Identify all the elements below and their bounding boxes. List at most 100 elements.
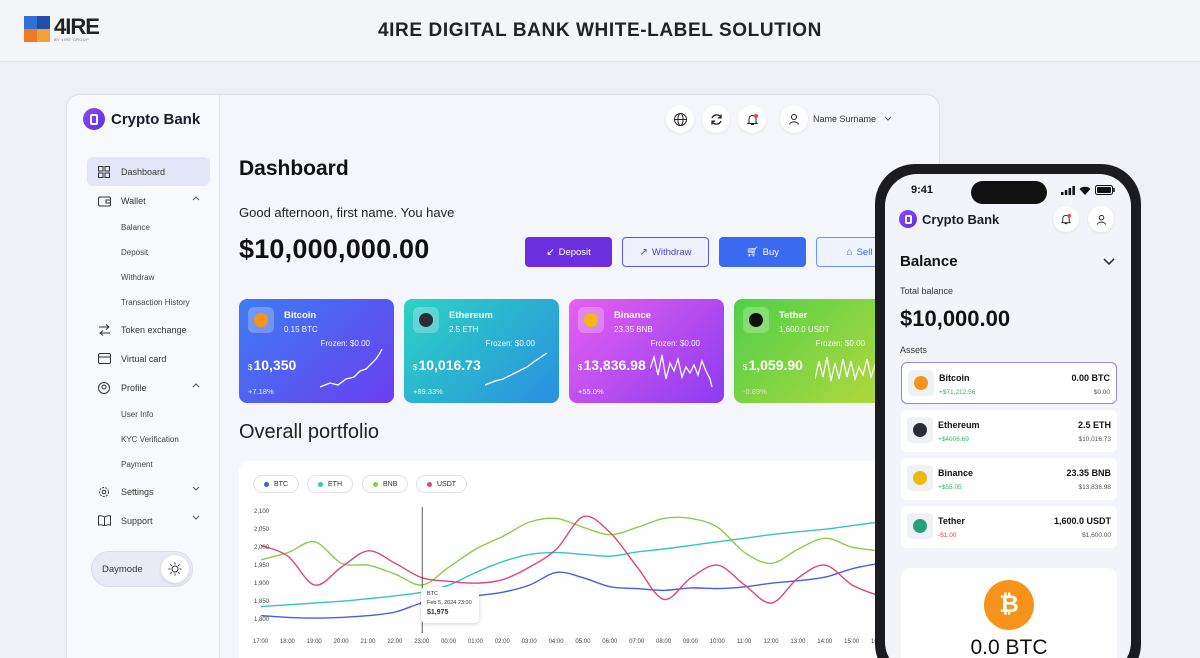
y-tick-label: 1,850 xyxy=(254,599,270,605)
app-logo-text: Crypto Bank xyxy=(111,110,201,128)
card-frozen: Frozen: $0.00 xyxy=(815,339,865,348)
asset-card-ethereum[interactable]: Ethereum 2.5 ETH Frozen: $0.00 $10,016.73 +8… xyxy=(404,299,559,403)
sidebar-item-wallet[interactable]: Wallet xyxy=(87,186,210,215)
card-frozen: Frozen: $0.00 xyxy=(485,339,535,348)
sidebar-item-label: Virtual card xyxy=(121,353,167,364)
ethereum-icon xyxy=(907,417,933,443)
sidebar-item-token-exchange[interactable]: Token exchange xyxy=(87,315,210,344)
tether-icon xyxy=(907,513,933,539)
x-tick-label: 01:00 xyxy=(467,639,483,645)
bell-icon xyxy=(1060,213,1072,225)
crypto-bank-logo-icon xyxy=(899,210,917,228)
crypto-bank-logo-icon xyxy=(83,108,105,130)
x-tick-label: 14:00 xyxy=(817,639,833,645)
asset-card-bitcoin[interactable]: Bitcoin 0.15 BTC Frozen: $0.00 $10,350 +7.18… xyxy=(239,299,394,403)
chevron-up-icon[interactable] xyxy=(192,195,200,201)
card-value: 1,059.90 xyxy=(748,357,803,373)
chevron-down-icon[interactable] xyxy=(1103,258,1115,266)
deposit-button[interactable]: ↙ Deposit xyxy=(525,237,612,267)
avatar-icon xyxy=(780,105,808,133)
phone-section-title: Balance xyxy=(900,253,958,270)
phone-app-logo[interactable]: Crypto Bank xyxy=(899,210,999,228)
card-change: -0.89% xyxy=(743,387,767,396)
sidebar-subitem-kyc-verification[interactable]: KYC Verification xyxy=(87,427,210,452)
chevron-down-icon[interactable] xyxy=(192,486,200,492)
asset-row-ethereum[interactable]: Ethereum +$4006.69 2.5 ETH $10,016.73 xyxy=(901,410,1117,452)
assets-label: Assets xyxy=(900,345,928,355)
sidebar-subitem-transaction-history[interactable]: Transaction History xyxy=(87,290,210,315)
chevron-down-icon[interactable] xyxy=(192,515,200,521)
notifications-button[interactable] xyxy=(738,105,766,133)
user-menu[interactable]: Name Surname xyxy=(780,105,892,133)
avatar-icon xyxy=(1096,214,1106,225)
sparkline xyxy=(815,356,878,382)
sidebar-nav: Dashboard Wallet Balance Deposit Withdra… xyxy=(87,157,210,535)
asset-card-tether[interactable]: Tether 1,600.0 USDT Frozen: $0.00 $1,059.90… xyxy=(734,299,889,403)
asset-row-bitcoin[interactable]: Bitcoin +$71,212.56 0.00 BTC $0.00 xyxy=(901,362,1117,404)
sidebar-item-settings[interactable]: Settings xyxy=(87,477,210,506)
buy-button[interactable]: 🛒︎ Buy xyxy=(719,237,806,267)
chart-lines xyxy=(260,507,880,633)
card-change: +89.33% xyxy=(413,387,443,396)
x-tick-label: 11:00 xyxy=(736,639,752,645)
asset-row-tether[interactable]: Tether -$1.00 1,600.0 USDT $1,600.00 xyxy=(901,506,1117,548)
asset-name: Tether xyxy=(938,516,965,526)
card-amount: 23.35 BNB xyxy=(614,325,653,334)
book-icon xyxy=(97,514,111,528)
sidebar-subitem-balance[interactable]: Balance xyxy=(87,215,210,240)
series-line-bnb[interactable] xyxy=(260,516,880,586)
x-tick-label: 03:00 xyxy=(521,639,537,645)
sidebar-item-label: Token exchange xyxy=(121,324,187,335)
card-name: Tether xyxy=(779,310,808,321)
card-frozen: Frozen: $0.00 xyxy=(320,339,370,348)
card-value: 10,016.73 xyxy=(418,357,481,373)
status-icons xyxy=(1061,185,1115,195)
y-tick-label: 1,900 xyxy=(254,581,270,587)
chevron-up-icon[interactable] xyxy=(192,382,200,388)
x-tick-label: 09:00 xyxy=(682,639,698,645)
withdraw-button[interactable]: ↗ Withdraw xyxy=(622,237,709,267)
sidebar-item-dashboard[interactable]: Dashboard xyxy=(87,157,210,186)
tooltip-date: Feb 5, 2024 23:00 xyxy=(427,600,472,606)
phone-notifications-button[interactable] xyxy=(1053,206,1079,232)
daymode-toggle[interactable]: Daymode xyxy=(91,551,193,587)
sidebar-item-profile[interactable]: Profile xyxy=(87,373,210,402)
sidebar-subitem-withdraw[interactable]: Withdraw xyxy=(87,265,210,290)
total-balance-label: Total balance xyxy=(900,286,954,296)
x-tick-label: 13:00 xyxy=(790,639,806,645)
card-change: +7.18% xyxy=(248,387,274,396)
series-line-usdt[interactable] xyxy=(260,515,880,604)
sidebar-item-label: Profile xyxy=(121,382,147,393)
tooltip-value: $1,975 xyxy=(427,609,449,616)
status-time: 9:41 xyxy=(911,184,934,196)
sidebar-item-support[interactable]: Support xyxy=(87,506,210,535)
asset-row-binance[interactable]: Binance +$55.05 23.35 BNB $13,836.98 xyxy=(901,458,1117,500)
binance-icon xyxy=(907,465,933,491)
x-tick-label: 12:00 xyxy=(763,639,779,645)
sidebar-subitem-payment[interactable]: Payment xyxy=(87,452,210,477)
asset-value: $1,600.00 xyxy=(1082,532,1111,539)
sidebar-subitem-deposit[interactable]: Deposit xyxy=(87,240,210,265)
exchange-arrows-icon xyxy=(97,323,111,337)
phone-profile-button[interactable] xyxy=(1088,206,1114,232)
card-icon xyxy=(97,352,111,366)
language-button[interactable] xyxy=(666,105,694,133)
x-tick-label: 00:00 xyxy=(441,639,457,645)
tether-icon xyxy=(743,307,769,333)
arrow-down-left-icon: ↙ xyxy=(546,246,555,258)
asset-name: Ethereum xyxy=(938,420,980,430)
asset-value: $0.00 xyxy=(1093,389,1110,396)
sidebar: Crypto Bank Dashboard Wallet Balance Dep… xyxy=(67,95,220,658)
dynamic-island xyxy=(971,181,1047,204)
asset-change: +$55.05 xyxy=(938,484,962,491)
asset-amount: 2.5 ETH xyxy=(1077,420,1111,430)
x-tick-label: 22:00 xyxy=(387,639,403,645)
asset-change: -$1.00 xyxy=(938,532,957,539)
series-line-eth[interactable] xyxy=(260,521,880,608)
refresh-button[interactable] xyxy=(702,105,730,133)
sidebar-subitem-user-info[interactable]: User Info xyxy=(87,402,210,427)
btc-detail-card[interactable]: ₿ 0.0 BTC xyxy=(901,568,1117,658)
sidebar-item-virtual-card[interactable]: Virtual card xyxy=(87,344,210,373)
app-logo[interactable]: Crypto Bank xyxy=(83,108,200,130)
asset-card-binance[interactable]: Binance 23.35 BNB Frozen: $0.00 $13,836.98 +… xyxy=(569,299,724,403)
